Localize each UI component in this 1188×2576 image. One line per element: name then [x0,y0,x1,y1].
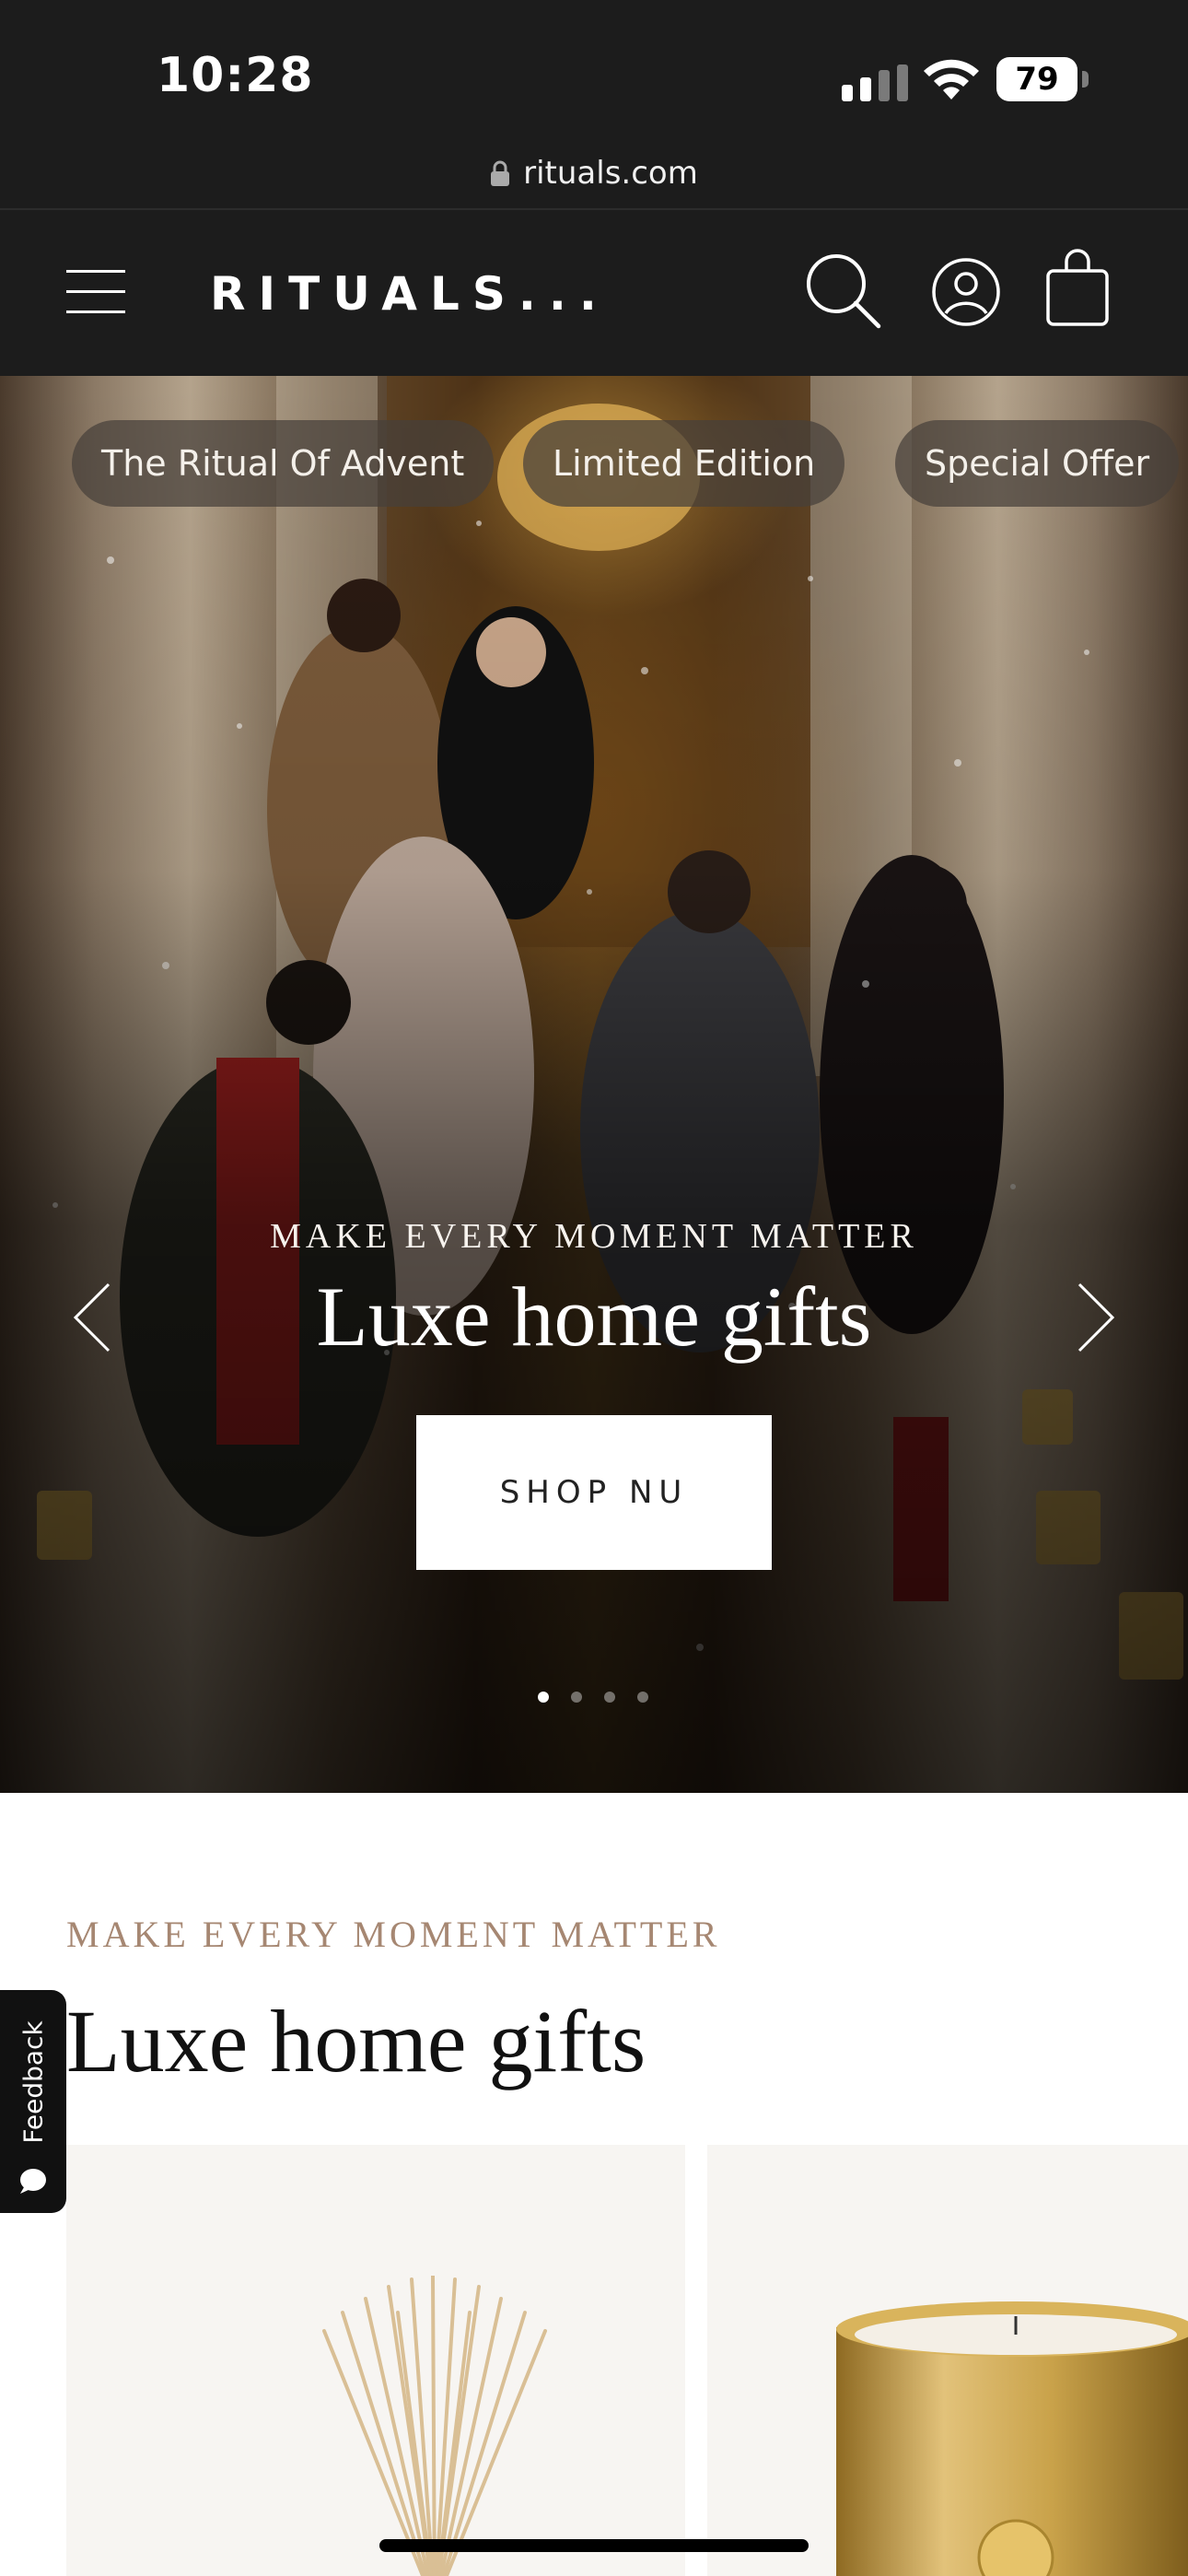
page: 10:28 79 rituals.com RITUALS... The Ritu… [0,0,1188,2576]
chevron-left-icon[interactable] [66,1279,118,1356]
carousel-dot[interactable] [637,1692,648,1703]
chip-limited-edition[interactable]: Limited Edition [523,420,845,507]
carousel-dots [538,1692,648,1704]
account-icon[interactable] [930,256,1002,328]
carousel-dot[interactable] [538,1692,549,1703]
section-eyebrow: MAKE EVERY MOMENT MATTER [66,1914,721,1955]
product-card[interactable] [707,2145,1188,2576]
wifi-icon [924,59,979,100]
search-icon[interactable] [803,251,882,330]
rituals-logo[interactable]: RITUALS... [210,262,610,326]
chat-bubble-icon [20,2169,46,2194]
hero-title: Luxe home gifts [316,1270,872,1364]
signal-icon [842,64,908,101]
status-bar: 10:28 79 [0,0,1188,138]
url-bar[interactable]: rituals.com [0,138,1188,210]
product-card[interactable] [66,2145,685,2576]
bag-icon[interactable] [1044,249,1111,328]
battery-icon: 79 [996,57,1089,101]
menu-icon[interactable] [64,261,127,323]
hero-overlay [0,376,1188,1793]
section-title: Luxe home gifts [66,1992,646,2090]
status-time: 10:28 [157,48,314,103]
home-indicator[interactable] [379,2539,809,2552]
url-text: rituals.com [523,155,698,192]
hero-banner[interactable]: The Ritual Of Advent Limited Edition Spe… [0,376,1188,1793]
feedback-tab[interactable]: Feedback [0,1990,66,2213]
site-header: RITUALS... [0,210,1188,376]
chevron-right-icon[interactable] [1070,1279,1122,1356]
shop-now-button[interactable]: SHOP NU [416,1415,772,1570]
carousel-dot[interactable] [604,1692,615,1703]
lock-icon [491,160,510,186]
candle-image [836,2301,1188,2576]
diffuser-image [322,2276,547,2576]
chip-ritual-of-advent[interactable]: The Ritual Of Advent [72,420,495,507]
carousel-dot[interactable] [571,1692,582,1703]
chip-special-offer[interactable]: Special Offer [895,420,1180,507]
hero-eyebrow: MAKE EVERY MOMENT MATTER [270,1217,918,1256]
feedback-label: Feedback [17,2020,49,2144]
